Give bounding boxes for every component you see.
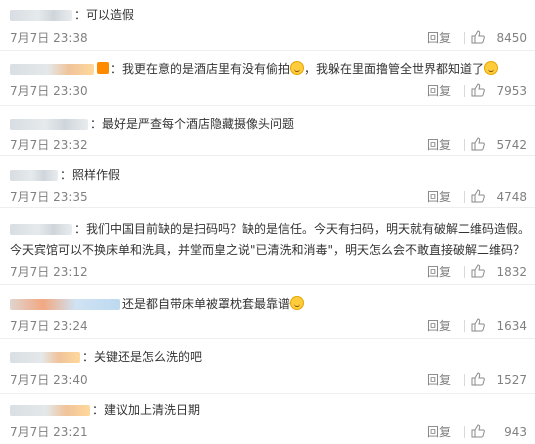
user-badge-icon <box>97 62 109 74</box>
reply-button[interactable]: 回复 <box>427 136 451 154</box>
comment-time: 7月7日 23:12 <box>10 265 88 279</box>
emoji-face-icon <box>290 296 305 310</box>
comment-meta: 7月7日 23:40 回复 1527 <box>10 371 527 389</box>
emoji-face-icon <box>484 61 499 75</box>
comment-item: ：关键还是怎么洗的吧 7月7日 23:40 回复 1527 <box>0 338 535 394</box>
like-button[interactable]: 943 <box>471 423 527 441</box>
comment-text: 最好是严查每个酒店隐藏摄像头问题 <box>102 117 295 131</box>
divider <box>464 266 465 278</box>
like-button[interactable]: 4748 <box>471 188 527 206</box>
username-blurred[interactable] <box>10 170 58 181</box>
reply-button[interactable]: 回复 <box>427 317 451 335</box>
thumbs-up-icon <box>471 318 485 332</box>
like-count: 7953 <box>496 84 527 98</box>
like-count: 1527 <box>496 373 527 387</box>
thumbs-up-icon <box>471 189 485 203</box>
comment-body: 还是都自带床单被罩枕套最靠谱 <box>10 295 527 313</box>
comment-item: ：照样作假 7月7日 23:35 回复 4748 <box>0 155 535 208</box>
divider <box>464 320 465 332</box>
comment-meta: 7月7日 23:24 回复 1634 <box>10 317 527 335</box>
thumbs-up-icon <box>471 137 485 151</box>
divider <box>464 139 465 151</box>
comment-text: 建议加上清洗日期 <box>104 403 201 417</box>
comment-body: ：照样作假 <box>10 166 527 184</box>
comment-text: 照样作假 <box>72 168 121 182</box>
comment-meta: 7月7日 23:32 回复 5742 <box>10 136 527 154</box>
reply-button[interactable]: 回复 <box>427 371 451 389</box>
divider <box>464 32 465 44</box>
comment-body: ：可以造假 <box>10 6 527 24</box>
comment-text: 还是都自带床单被罩枕套最靠谱 <box>122 297 291 311</box>
comment-time: 7月7日 23:24 <box>10 319 88 333</box>
comment-body: ：最好是严查每个酒店隐藏摄像头问题 <box>10 115 527 133</box>
comment-text: 我更在意的是酒店里有没有偷拍 <box>122 62 291 76</box>
comment-time: 7月7日 23:40 <box>10 373 88 387</box>
like-count: 1832 <box>496 265 527 279</box>
thumbs-up-icon <box>471 372 485 386</box>
comment-item: ：可以造假 7月7日 23:38 回复 8450 <box>0 0 535 51</box>
comment-item: ：最好是严查每个酒店隐藏摄像头问题 7月7日 23:32 回复 5742 <box>0 105 535 156</box>
like-button[interactable]: 1634 <box>471 317 527 335</box>
comment-meta: 7月7日 23:12 回复 1832 <box>10 263 527 281</box>
thumbs-up-icon <box>471 30 485 44</box>
username-blurred[interactable] <box>10 119 88 130</box>
comment-item: ：我更在意的是酒店里有没有偷拍 ，我躲在里面撸管全世界都知道了 7月7日 23:3… <box>0 50 535 106</box>
comment-time: 7月7日 23:21 <box>10 425 88 439</box>
thumbs-up-icon <box>471 264 485 278</box>
divider <box>464 85 465 97</box>
comment-body: ：我们中国目前缺的是扫码吗？缺的是信任。今天有扫码，明天就有破解二维码造假。 <box>10 220 531 238</box>
comment-body: ：关键还是怎么洗的吧 <box>10 348 527 366</box>
emoji-face-icon <box>290 61 305 75</box>
like-count: 943 <box>504 425 527 439</box>
comment-text: 关键还是怎么洗的吧 <box>94 350 203 364</box>
comment-time: 7月7日 23:30 <box>10 84 88 98</box>
divider <box>464 374 465 386</box>
reply-button[interactable]: 回复 <box>427 263 451 281</box>
comment-meta: 7月7日 23:21 回复 943 <box>10 423 527 441</box>
comment-item: ：建议加上清洗日期 7月7日 23:21 回复 943 <box>0 393 535 444</box>
comment-meta: 7月7日 23:30 回复 7953 <box>10 82 527 100</box>
like-button[interactable]: 7953 <box>471 82 527 100</box>
thumbs-up-icon <box>471 424 485 438</box>
comment-body-line2: 今天宾馆可以不换床单和洗具，并堂而皇之说"已清洗和消毒"，明天怎么会不敢直接破解… <box>10 241 527 259</box>
username-blurred[interactable] <box>10 224 72 235</box>
comment-meta: 7月7日 23:35 回复 4748 <box>10 188 527 206</box>
username-blurred[interactable] <box>10 10 72 21</box>
divider <box>464 426 465 438</box>
username-blurred[interactable] <box>10 299 120 310</box>
comment-time: 7月7日 23:38 <box>10 31 88 45</box>
reply-button[interactable]: 回复 <box>427 82 451 100</box>
username-blurred[interactable] <box>10 405 90 416</box>
like-count: 4748 <box>496 190 527 204</box>
like-count: 1634 <box>496 319 527 333</box>
comment-time: 7月7日 23:35 <box>10 190 88 204</box>
reply-button[interactable]: 回复 <box>427 29 451 47</box>
like-button[interactable]: 8450 <box>471 29 527 47</box>
comment-item: 还是都自带床单被罩枕套最靠谱 7月7日 23:24 回复 1634 <box>0 284 535 339</box>
comment-time: 7月7日 23:32 <box>10 138 88 152</box>
username-blurred[interactable] <box>10 64 94 75</box>
username-blurred[interactable] <box>10 352 80 363</box>
comment-body: ：建议加上清洗日期 <box>10 401 527 419</box>
reply-button[interactable]: 回复 <box>427 423 451 441</box>
thumbs-up-icon <box>471 83 485 97</box>
comment-meta: 7月7日 23:38 回复 8450 <box>10 29 527 47</box>
like-button[interactable]: 1527 <box>471 371 527 389</box>
divider <box>464 191 465 203</box>
comment-text: 我们中国目前缺的是扫码吗？缺的是信任。今天有扫码，明天就有破解二维码造假。 <box>86 222 531 236</box>
comment-body: ：我更在意的是酒店里有没有偷拍 ，我躲在里面撸管全世界都知道了 <box>10 60 527 78</box>
like-count: 8450 <box>496 31 527 45</box>
comment-text-continued: ，我躲在里面撸管全世界都知道了 <box>304 62 485 76</box>
like-button[interactable]: 1832 <box>471 263 527 281</box>
comment-text-continued: 今天宾馆可以不换床单和洗具，并堂而皇之说"已清洗和消毒"，明天怎么会不敢直接破解… <box>10 243 526 257</box>
reply-button[interactable]: 回复 <box>427 188 451 206</box>
comment-text: 可以造假 <box>86 8 135 22</box>
like-count: 5742 <box>496 138 527 152</box>
comment-item: ：我们中国目前缺的是扫码吗？缺的是信任。今天有扫码，明天就有破解二维码造假。 今… <box>0 207 535 285</box>
like-button[interactable]: 5742 <box>471 136 527 154</box>
